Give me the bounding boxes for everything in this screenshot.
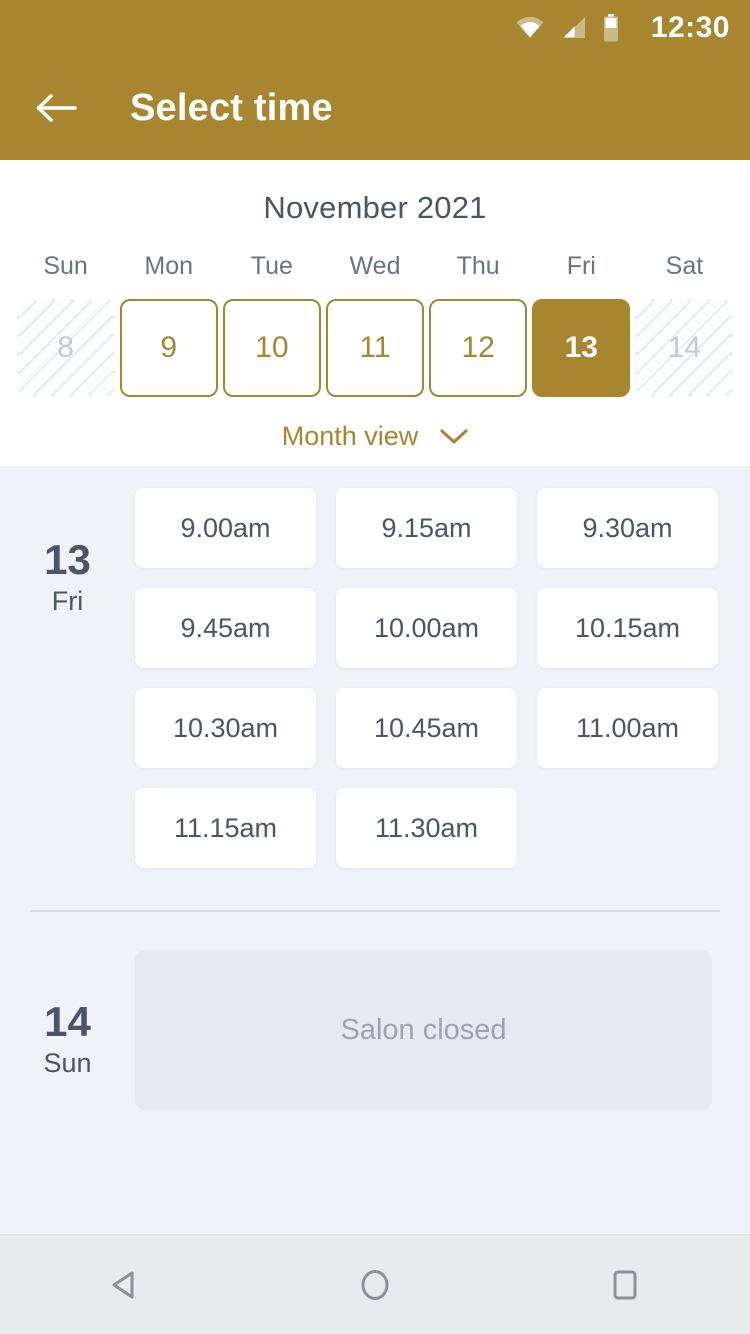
time-slot-grid: 9.00am 9.15am 9.30am 9.45am 10.00am 10.1… bbox=[135, 488, 750, 868]
status-bar-clock: 12:30 bbox=[650, 11, 730, 44]
calendar-weekday-header: Sun Mon Tue Wed Thu Fri Sat bbox=[0, 252, 750, 281]
time-slot[interactable]: 10.45am bbox=[336, 688, 517, 768]
weekday-label: Wed bbox=[349, 252, 401, 280]
time-slot[interactable]: 9.30am bbox=[537, 488, 718, 568]
nav-recents-square-icon bbox=[613, 1270, 637, 1299]
calendar-date-13-selected[interactable]: 13 bbox=[532, 299, 631, 397]
calendar-date-12[interactable]: 12 bbox=[429, 299, 528, 397]
day-label-14: 14 Sun bbox=[0, 950, 135, 1110]
calendar-cell-wrap: 14 bbox=[633, 299, 736, 397]
app-bar: Select time bbox=[0, 56, 750, 160]
time-slot[interactable]: 10.30am bbox=[135, 688, 316, 768]
page-title: Select time bbox=[130, 86, 333, 129]
day-number: 13 bbox=[44, 536, 91, 583]
time-slot[interactable]: 9.45am bbox=[135, 588, 316, 668]
calendar-cell-wrap: 13 bbox=[530, 299, 633, 397]
back-button[interactable] bbox=[28, 80, 84, 136]
calendar-cell-wrap: 12 bbox=[427, 299, 530, 397]
calendar-date-14: 14 bbox=[635, 299, 733, 397]
signal-icon bbox=[562, 17, 585, 38]
status-bar: 12:30 bbox=[0, 0, 750, 56]
weekday-label: Sat bbox=[665, 252, 704, 280]
calendar-cell-wrap: 8 bbox=[14, 299, 117, 397]
calendar-panel: November 2021 Sun Mon Tue Wed Thu Fri Sa… bbox=[0, 160, 750, 466]
time-slot[interactable]: 9.00am bbox=[135, 488, 316, 568]
android-nav-bar bbox=[0, 1234, 750, 1334]
month-view-label: Month view bbox=[281, 421, 419, 451]
day-label-13: 13 Fri bbox=[0, 488, 135, 868]
month-view-toggle[interactable]: Month view bbox=[0, 421, 750, 452]
time-slot[interactable]: 11.30am bbox=[336, 788, 517, 868]
calendar-date-10[interactable]: 10 bbox=[222, 299, 321, 397]
day-number: 14 bbox=[44, 998, 91, 1045]
time-slot[interactable]: 11.15am bbox=[135, 788, 316, 868]
chevron-down-icon bbox=[440, 428, 468, 444]
weekday-label: Thu bbox=[456, 252, 500, 280]
app-screen: 12:30 Select time November 2021 Sun Mon … bbox=[0, 0, 750, 1334]
battery-icon bbox=[603, 14, 618, 42]
status-bar-icons: 12:30 bbox=[515, 13, 730, 43]
calendar-date-8: 8 bbox=[17, 299, 115, 397]
calendar-cell-wrap: 9 bbox=[117, 299, 220, 397]
salon-closed-banner: Salon closed bbox=[135, 950, 712, 1110]
nav-recents-button[interactable] bbox=[580, 1250, 670, 1320]
time-slot[interactable]: 9.15am bbox=[336, 488, 517, 568]
day-weekday: Sun bbox=[43, 1048, 92, 1079]
day-block-13: 13 Fri 9.00am 9.15am 9.30am 9.45am 10.00… bbox=[0, 466, 750, 868]
calendar-cell-wrap: 10 bbox=[220, 299, 323, 397]
arrow-left-icon bbox=[36, 94, 77, 122]
calendar-week-row: 8 9 10 11 12 13 14 bbox=[0, 299, 750, 397]
weekday-label: Tue bbox=[250, 252, 293, 280]
wifi-icon bbox=[516, 16, 544, 38]
weekday-label: Sun bbox=[43, 252, 88, 280]
time-slot[interactable]: 10.00am bbox=[336, 588, 517, 668]
day-block-14: 14 Sun Salon closed bbox=[0, 912, 750, 1110]
time-slot[interactable]: 10.15am bbox=[537, 588, 718, 668]
day-weekday: Fri bbox=[51, 586, 84, 617]
nav-home-button[interactable] bbox=[330, 1250, 420, 1320]
weekday-label: Mon bbox=[144, 252, 194, 280]
schedule-list[interactable]: 13 Fri 9.00am 9.15am 9.30am 9.45am 10.00… bbox=[0, 466, 750, 1234]
calendar-cell-wrap: 11 bbox=[323, 299, 426, 397]
time-slot[interactable]: 11.00am bbox=[537, 688, 718, 768]
nav-back-button[interactable] bbox=[80, 1250, 170, 1320]
calendar-month-title: November 2021 bbox=[263, 190, 487, 225]
weekday-label: Fri bbox=[566, 252, 596, 280]
calendar-date-11[interactable]: 11 bbox=[325, 299, 424, 397]
nav-back-triangle-icon bbox=[112, 1271, 134, 1298]
calendar-date-9[interactable]: 9 bbox=[119, 299, 218, 397]
nav-home-circle-icon bbox=[361, 1269, 389, 1300]
